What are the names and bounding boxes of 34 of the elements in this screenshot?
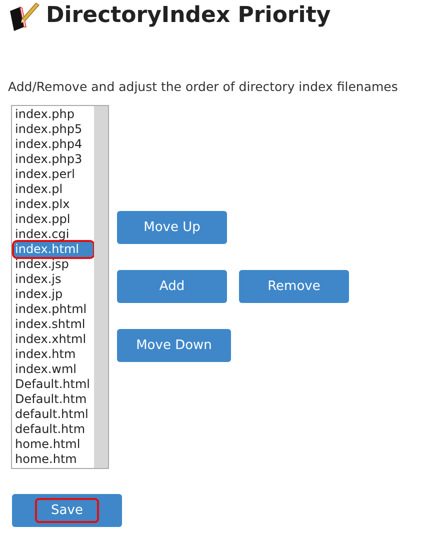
list-item[interactable]: index.js [14,272,93,287]
move-up-button[interactable]: Move Up [117,210,227,244]
list-item[interactable]: index.php [14,106,93,122]
list-item[interactable]: Default.htm [14,392,93,407]
list-item[interactable]: index.shtml [14,316,93,332]
list-item[interactable]: index.html [14,242,93,257]
scrollbar[interactable] [94,106,108,468]
page-title: DirectoryIndex Priority [46,5,331,27]
list-item[interactable]: index.wml [14,362,93,377]
list-item[interactable]: index.pl [14,182,93,197]
list-item[interactable]: home.htm [14,452,93,467]
list-item[interactable]: index.ppl [14,212,93,227]
move-down-button[interactable]: Move Down [117,328,231,362]
list-item[interactable]: index.phtml [14,302,93,317]
list-item[interactable]: default.html [14,406,93,422]
list-item[interactable]: index.php3 [14,152,93,167]
filename-listbox[interactable] [11,104,109,469]
list-item[interactable]: default.htm [14,422,93,437]
notebook-pencil-icon [8,1,40,31]
list-item[interactable]: index.plx [14,196,93,212]
list-item[interactable]: Default.html [14,376,93,392]
remove-button[interactable]: Remove [239,270,349,303]
list-item[interactable]: index.php5 [14,122,93,137]
list-item[interactable]: index.jsp [14,256,93,272]
save-button[interactable]: Save [12,494,122,527]
list-item[interactable]: index.xhtml [14,332,93,347]
list-item[interactable]: index.perl [14,166,93,182]
list-item[interactable]: index.php4 [14,136,93,152]
list-item[interactable]: index.jp [14,286,93,302]
add-button[interactable]: Add [117,270,227,303]
list-item[interactable]: index.cgi [14,226,93,242]
list-item[interactable]: index.htm [14,346,93,362]
list-item[interactable]: home.html [14,436,93,452]
description-text: Add/Remove and adjust the order of directory index filenames [8,78,399,96]
